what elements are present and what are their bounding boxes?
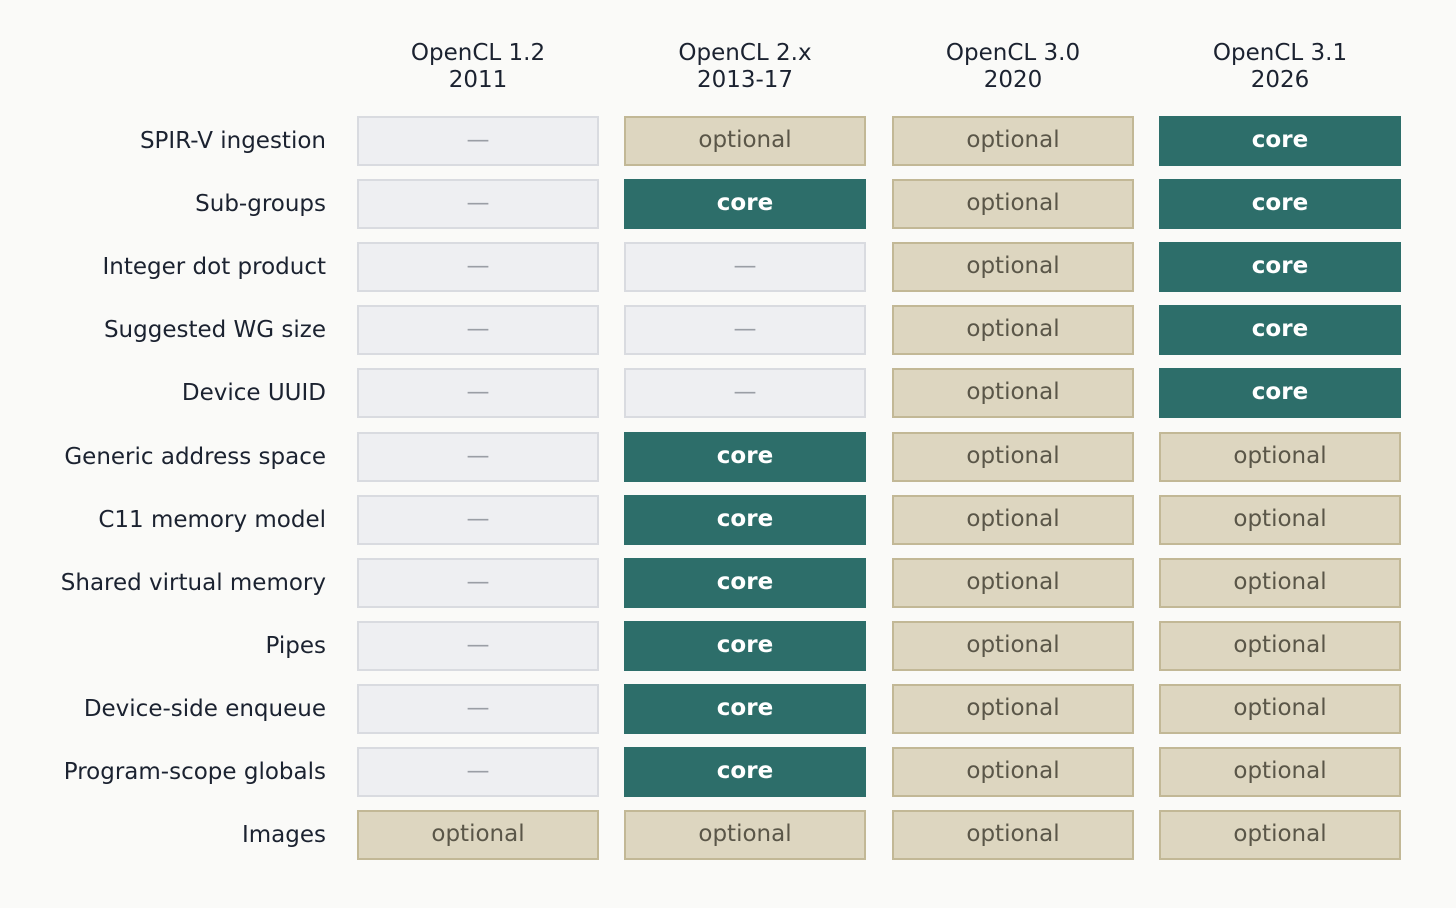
column-version-label: OpenCL 2.x [678, 40, 812, 66]
cell-optional: optional [892, 242, 1134, 292]
cell-optional: optional [892, 684, 1134, 734]
cell-none: — [357, 242, 599, 292]
cell-core: core [624, 684, 866, 734]
row-label: Pipes [265, 633, 327, 659]
row-label: Integer dot product [102, 254, 326, 280]
cell-none: — [624, 368, 866, 418]
cell-core: core [1159, 242, 1401, 292]
cell-none: — [357, 621, 599, 671]
cell-optional: optional [892, 747, 1134, 797]
cell-none: — [357, 747, 599, 797]
cell-optional: optional [1159, 747, 1401, 797]
row-label: Device-side enqueue [83, 696, 326, 722]
cell-optional: optional [892, 305, 1134, 355]
cell-optional: optional [1159, 684, 1401, 734]
cell-optional: optional [892, 810, 1134, 860]
cell-core: core [624, 495, 866, 545]
row-label: Suggested WG size [103, 317, 326, 343]
cell-optional: optional [1159, 432, 1401, 482]
cell-optional: optional [892, 432, 1134, 482]
cell-core: core [624, 558, 866, 608]
column-header-1: OpenCL 2.x 2013-17 [624, 40, 866, 94]
column-year-label: 2020 [983, 67, 1043, 93]
column-year-label: 2026 [1250, 67, 1310, 93]
row-label: SPIR-V ingestion [139, 128, 326, 154]
cell-none: — [624, 305, 866, 355]
column-header-3: OpenCL 3.1 2026 [1159, 40, 1401, 94]
cell-optional: optional [892, 621, 1134, 671]
cell-optional: optional [1159, 621, 1401, 671]
cell-optional: optional [892, 558, 1134, 608]
cell-none: — [357, 432, 599, 482]
column-version-label: OpenCL 3.1 [1212, 40, 1348, 66]
column-version-label: OpenCL 3.0 [945, 40, 1081, 66]
cell-core: core [1159, 305, 1401, 355]
cell-core: core [624, 179, 866, 229]
cell-optional: optional [892, 179, 1134, 229]
cell-none: — [357, 558, 599, 608]
row-label: Program-scope globals [63, 759, 326, 785]
cell-none: — [357, 495, 599, 545]
column-year-label: 2011 [448, 67, 508, 93]
cell-optional: optional [624, 810, 866, 860]
row-label: Images [241, 822, 326, 848]
cell-none: — [624, 242, 866, 292]
row-label: Sub-groups [195, 191, 326, 217]
cell-none: — [357, 116, 599, 166]
cell-core: core [624, 621, 866, 671]
cell-optional: optional [892, 116, 1134, 166]
cell-core: core [624, 432, 866, 482]
cell-none: — [357, 368, 599, 418]
row-label: C11 memory model [98, 507, 326, 533]
cell-core: core [1159, 368, 1401, 418]
column-header-2: OpenCL 3.0 2020 [892, 40, 1134, 94]
column-header-0: OpenCL 1.2 2011 [357, 40, 599, 94]
cell-optional: optional [357, 810, 599, 860]
column-version-label: OpenCL 1.2 [410, 40, 546, 66]
feature-support-matrix: OpenCL 1.2 2011 OpenCL 2.x 2013-17 OpenCL 3.… [0, 0, 1456, 908]
cell-optional: optional [1159, 495, 1401, 545]
cell-core: core [624, 747, 866, 797]
cell-optional: optional [1159, 810, 1401, 860]
row-label: Shared virtual memory [60, 570, 326, 596]
cell-optional: optional [1159, 558, 1401, 608]
cell-none: — [357, 684, 599, 734]
cell-optional: optional [892, 368, 1134, 418]
cell-optional: optional [892, 495, 1134, 545]
cell-optional: optional [624, 116, 866, 166]
cell-core: core [1159, 179, 1401, 229]
column-year-label: 2013-17 [696, 67, 794, 93]
cell-none: — [357, 305, 599, 355]
row-label: Generic address space [64, 444, 326, 470]
row-label: Device UUID [181, 380, 326, 406]
cell-core: core [1159, 116, 1401, 166]
cell-none: — [357, 179, 599, 229]
